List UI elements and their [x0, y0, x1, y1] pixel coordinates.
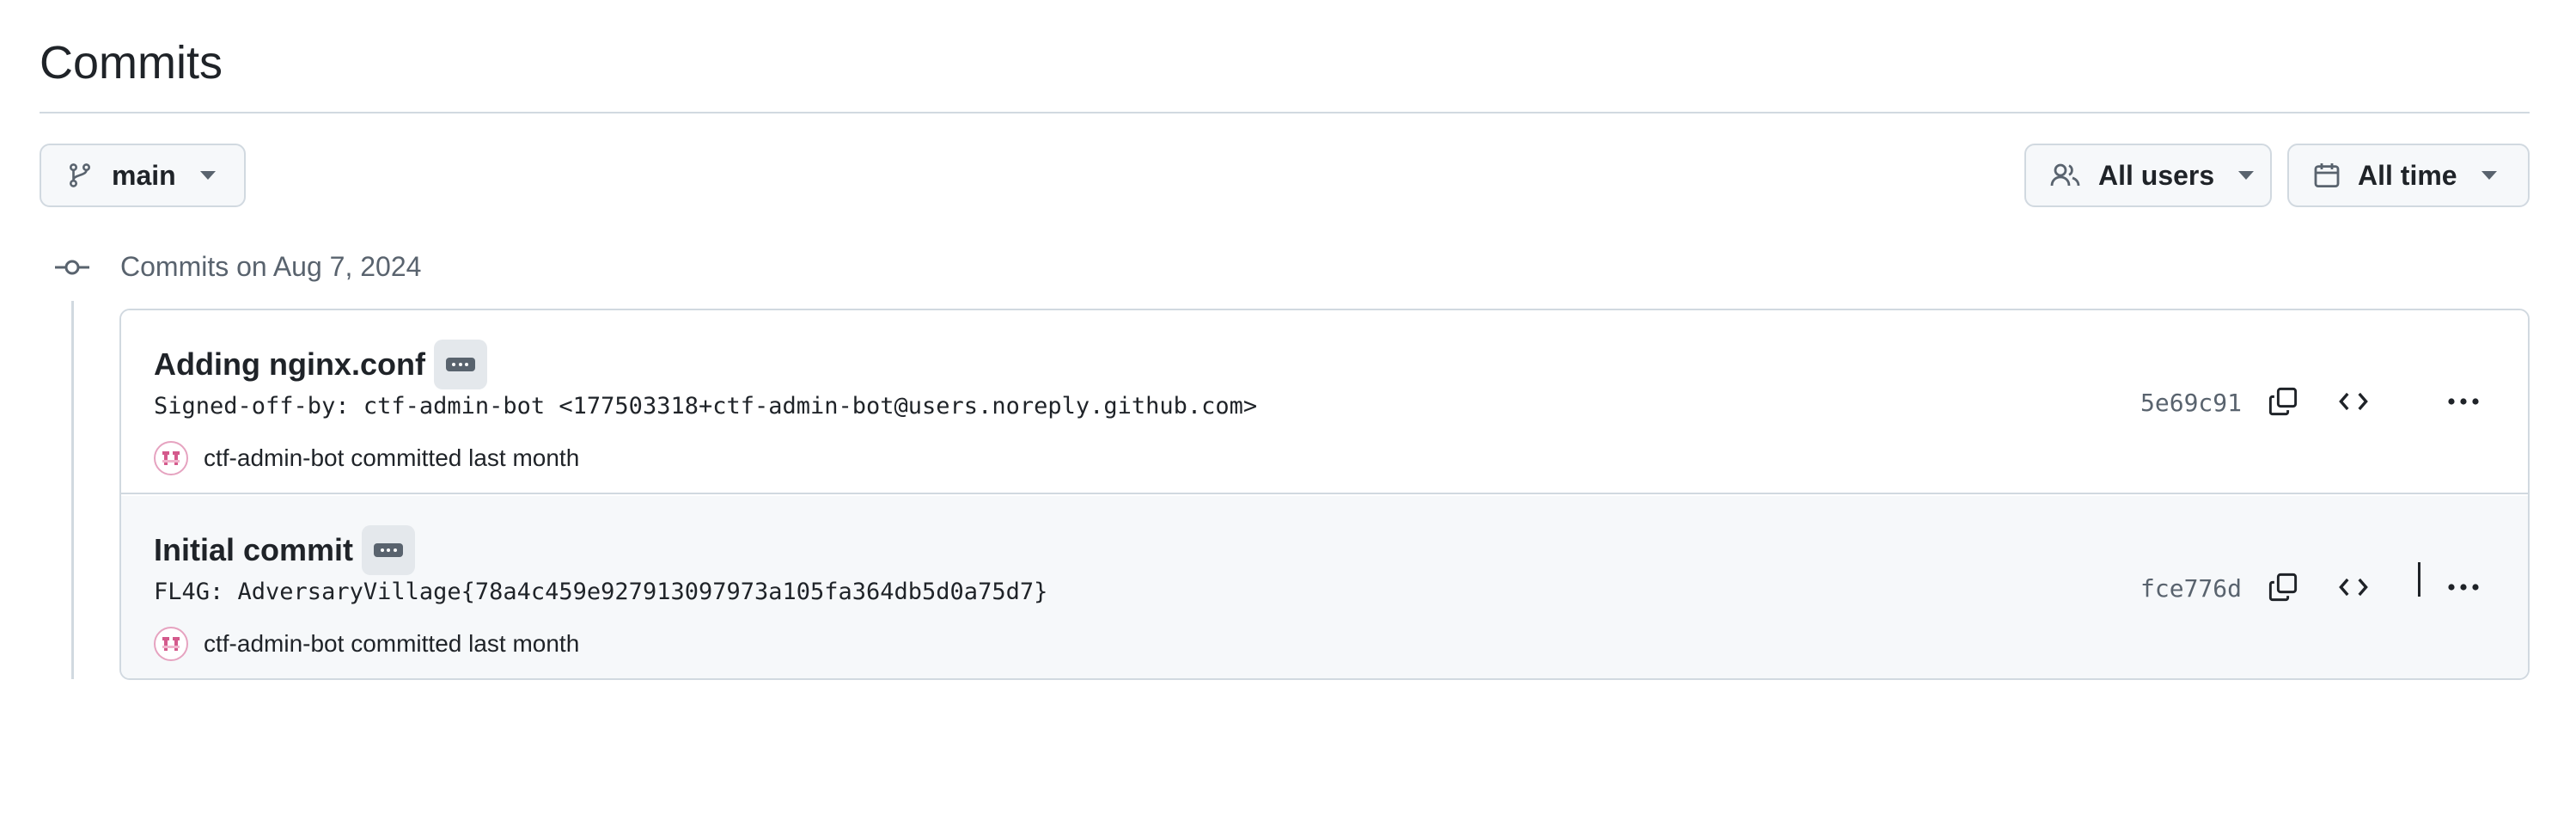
- expand-message-button[interactable]: [433, 340, 487, 389]
- branch-select-button[interactable]: main: [40, 144, 246, 207]
- commit-meta: ctf-admin-bot committed last month: [154, 627, 579, 661]
- timeline-line: [71, 301, 74, 679]
- copy-icon: [2268, 386, 2298, 421]
- chevron-down-icon: [199, 171, 216, 180]
- kebab-horizontal-icon: [2446, 581, 2481, 597]
- code-icon: [2338, 572, 2369, 607]
- code-icon: [2338, 386, 2369, 421]
- commit-meta: ctf-admin-bot committed last month: [154, 441, 579, 475]
- commit-time: committed last month: [351, 630, 580, 657]
- copy-sha-button[interactable]: [2261, 567, 2305, 611]
- commit-time: committed last month: [351, 444, 580, 471]
- time-filter-button[interactable]: All time: [2287, 144, 2530, 207]
- avatar[interactable]: [154, 627, 188, 661]
- avatar[interactable]: [154, 441, 188, 475]
- commit-message-body: FL4G: AdversaryVillage{78a4c459e92791309…: [154, 579, 1048, 605]
- browse-repo-button[interactable]: [2331, 567, 2376, 611]
- title-divider: [40, 112, 2530, 113]
- ellipsis-icon: [445, 358, 475, 371]
- text-cursor: [2418, 562, 2420, 597]
- calendar-icon: [2313, 161, 2341, 190]
- commit-list: Adding nginx.conf Signed-off-by: ctf-adm…: [119, 309, 2530, 680]
- ellipsis-icon: [374, 543, 404, 557]
- browse-repo-button[interactable]: [2331, 381, 2376, 426]
- copy-icon: [2268, 572, 2298, 607]
- more-actions-button[interactable]: [2441, 381, 2486, 426]
- commit-title-link[interactable]: Adding nginx.conf: [154, 346, 425, 383]
- more-actions-button[interactable]: [2441, 567, 2486, 611]
- page-title: Commits: [40, 37, 223, 89]
- commit-author-link[interactable]: ctf-admin-bot: [204, 444, 344, 472]
- commit-author-link[interactable]: ctf-admin-bot: [204, 630, 344, 658]
- commit-message-body: Signed-off-by: ctf-admin-bot <177503318+…: [154, 393, 1258, 420]
- users-filter-button[interactable]: All users: [2024, 144, 2272, 207]
- users-filter-label: All users: [2098, 159, 2215, 191]
- kebab-horizontal-icon: [2446, 395, 2481, 411]
- commit-title-link[interactable]: Initial commit: [154, 532, 353, 568]
- commit-row: Adding nginx.conf Signed-off-by: ctf-adm…: [121, 310, 2528, 494]
- commit-date-heading: Commits on Aug 7, 2024: [120, 251, 422, 282]
- chevron-down-icon: [2481, 171, 2497, 180]
- git-commit-icon: [55, 254, 89, 285]
- branch-label: main: [112, 159, 176, 191]
- chevron-down-icon: [2238, 171, 2255, 180]
- commit-row: Initial commit FL4G: AdversaryVillage{78…: [121, 496, 2528, 678]
- commit-sha-link[interactable]: fce776d: [2140, 572, 2242, 606]
- commit-sha-link[interactable]: 5e69c91: [2140, 386, 2242, 420]
- git-branch-icon: [67, 162, 93, 189]
- expand-message-button[interactable]: [362, 525, 416, 575]
- commit-title-group: Adding nginx.conf: [154, 340, 487, 389]
- commit-title-group: Initial commit: [154, 525, 416, 575]
- time-filter-label: All time: [2358, 159, 2457, 191]
- people-icon: [2050, 162, 2081, 189]
- copy-sha-button[interactable]: [2261, 381, 2305, 426]
